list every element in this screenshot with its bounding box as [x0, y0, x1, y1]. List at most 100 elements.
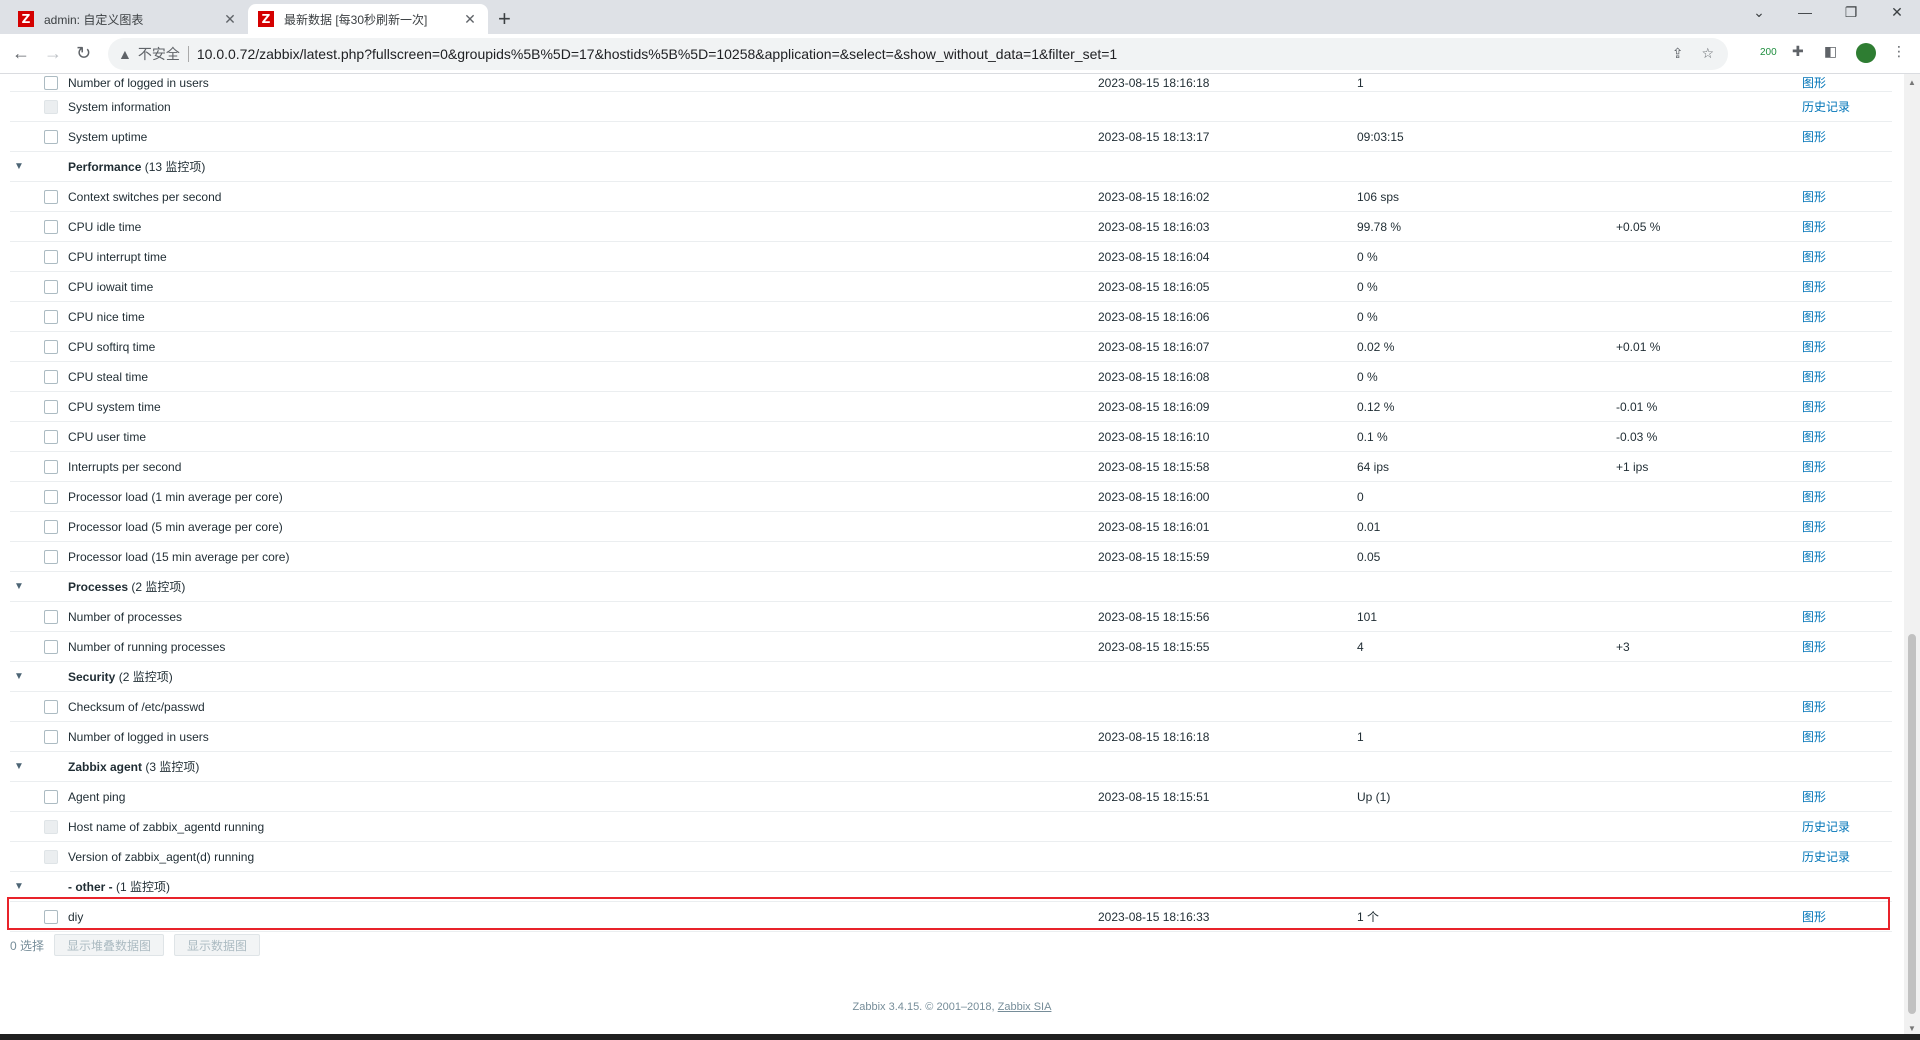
- tab-search-chevron-icon[interactable]: ⌄: [1736, 4, 1782, 21]
- new-tab-plus-icon[interactable]: +: [498, 6, 511, 32]
- row-checkbox[interactable]: [44, 75, 58, 90]
- row-checkbox[interactable]: [44, 639, 58, 654]
- close-icon[interactable]: ✕: [222, 11, 238, 28]
- row-checkbox[interactable]: [44, 789, 58, 804]
- value-change: [1616, 241, 1802, 272]
- menu-dots-icon[interactable]: ⋮: [1892, 43, 1906, 60]
- last-check-time: 2023-08-15 18:15:59: [1098, 541, 1357, 572]
- url-omnibox[interactable]: ▲ 不安全 10.0.0.72/zabbix/latest.php?fullsc…: [108, 38, 1728, 70]
- row-checkbox[interactable]: [44, 309, 58, 324]
- item-name: Processor load (1 min average per core): [68, 481, 1098, 512]
- graph-link[interactable]: 图形: [1802, 520, 1826, 534]
- history-link[interactable]: 历史记录: [1802, 850, 1850, 864]
- row-checkbox[interactable]: [44, 819, 58, 834]
- row-checkbox[interactable]: [44, 279, 58, 294]
- extensions-puzzle-icon[interactable]: ✚: [1792, 43, 1804, 60]
- graph-link[interactable]: 图形: [1802, 310, 1826, 324]
- tab-latest-data[interactable]: Z 最新数据 [每30秒刷新一次] ✕: [248, 4, 488, 34]
- graph-link[interactable]: 图形: [1802, 490, 1826, 504]
- extension-badge[interactable]: 200: [1760, 47, 1777, 58]
- scroll-down-arrow-icon[interactable]: ▼: [1908, 1024, 1916, 1033]
- collapse-triangle-icon[interactable]: ▼: [14, 881, 24, 892]
- profile-avatar-icon[interactable]: [1856, 43, 1876, 63]
- collapse-triangle-icon[interactable]: ▼: [14, 671, 24, 682]
- graph-link[interactable]: 图形: [1802, 400, 1826, 414]
- graph-link[interactable]: 图形: [1802, 130, 1826, 144]
- graph-link[interactable]: 图形: [1802, 640, 1826, 654]
- item-name: System uptime: [68, 121, 1098, 152]
- row-checkbox[interactable]: [44, 849, 58, 864]
- share-icon[interactable]: ⇪: [1672, 45, 1684, 62]
- reload-icon[interactable]: ↻: [76, 43, 91, 64]
- graph-link[interactable]: 图形: [1802, 340, 1826, 354]
- graph-link[interactable]: 图形: [1802, 430, 1826, 444]
- bookmark-star-icon[interactable]: ☆: [1701, 45, 1714, 62]
- graph-link[interactable]: 图形: [1802, 730, 1826, 744]
- row-checkbox[interactable]: [44, 99, 58, 114]
- back-arrow-icon[interactable]: ←: [12, 43, 30, 64]
- row-checkbox[interactable]: [44, 519, 58, 534]
- last-value: 0.05: [1357, 541, 1616, 572]
- graph-link[interactable]: 图形: [1802, 790, 1826, 804]
- minimize-icon[interactable]: —: [1782, 4, 1828, 20]
- history-link[interactable]: 历史记录: [1802, 820, 1850, 834]
- value-change: [1616, 841, 1802, 872]
- show-stacked-graph-button[interactable]: 显示堆叠数据图: [54, 934, 165, 956]
- vertical-scrollbar[interactable]: ▲ ▼: [1904, 74, 1920, 1040]
- last-value: [1357, 691, 1616, 722]
- graph-link[interactable]: 图形: [1802, 190, 1826, 204]
- show-graph-button[interactable]: 显示数据图: [174, 934, 261, 956]
- row-checkbox[interactable]: [44, 249, 58, 264]
- table-row: CPU system time 2023-08-15 18:16:09 0.12 %…: [10, 391, 1892, 422]
- value-change: [1616, 181, 1802, 212]
- row-checkbox[interactable]: [44, 339, 58, 354]
- item-name: Number of processes: [68, 601, 1098, 632]
- side-panel-icon[interactable]: ◧: [1824, 43, 1837, 60]
- url-text[interactable]: 10.0.0.72/zabbix/latest.php?fullscreen=0…: [197, 46, 1117, 62]
- row-checkbox[interactable]: [44, 699, 58, 714]
- close-window-icon[interactable]: ✕: [1874, 4, 1920, 21]
- row-checkbox[interactable]: [44, 399, 58, 414]
- zabbix-favicon-icon: Z: [18, 11, 34, 27]
- row-checkbox[interactable]: [44, 429, 58, 444]
- row-checkbox[interactable]: [44, 729, 58, 744]
- graph-link[interactable]: 图形: [1802, 910, 1826, 924]
- forward-arrow-icon[interactable]: →: [44, 43, 62, 64]
- graph-link[interactable]: 图形: [1802, 460, 1826, 474]
- graph-link[interactable]: 图形: [1802, 610, 1826, 624]
- collapse-triangle-icon[interactable]: ▼: [14, 161, 24, 172]
- scroll-up-arrow-icon[interactable]: ▲: [1908, 78, 1916, 87]
- graph-link[interactable]: 图形: [1802, 76, 1826, 90]
- table-row: Interrupts per second 2023-08-15 18:15:58…: [10, 451, 1892, 482]
- last-value: [1357, 841, 1616, 872]
- scrollbar-thumb[interactable]: [1908, 634, 1916, 1014]
- last-value: 1: [1357, 74, 1616, 92]
- graph-link[interactable]: 图形: [1802, 220, 1826, 234]
- graph-link[interactable]: 图形: [1802, 280, 1826, 294]
- row-checkbox[interactable]: [44, 369, 58, 384]
- tab-custom-graph[interactable]: Z admin: 自定义图表 ✕: [8, 4, 248, 34]
- row-checkbox[interactable]: [44, 189, 58, 204]
- graph-link[interactable]: 图形: [1802, 700, 1826, 714]
- collapse-triangle-icon[interactable]: ▼: [14, 761, 24, 772]
- row-checkbox[interactable]: [44, 459, 58, 474]
- graph-link[interactable]: 图形: [1802, 550, 1826, 564]
- collapse-triangle-icon[interactable]: ▼: [14, 581, 24, 592]
- history-link[interactable]: 历史记录: [1802, 100, 1850, 114]
- zabbix-sia-link[interactable]: Zabbix SIA: [998, 1001, 1052, 1013]
- row-checkbox[interactable]: [44, 549, 58, 564]
- row-checkbox[interactable]: [44, 489, 58, 504]
- row-checkbox[interactable]: [44, 219, 58, 234]
- last-value: 0.02 %: [1357, 331, 1616, 362]
- close-icon[interactable]: ✕: [462, 11, 478, 28]
- insecure-label[interactable]: 不安全: [138, 44, 180, 64]
- graph-link[interactable]: 图形: [1802, 250, 1826, 264]
- row-checkbox[interactable]: [44, 129, 58, 144]
- row-checkbox[interactable]: [44, 609, 58, 624]
- row-checkbox[interactable]: [44, 909, 58, 924]
- tab-title: 最新数据 [每30秒刷新一次]: [284, 12, 428, 27]
- latest-data-page: Number of logged in users 2023-08-15 18:…: [0, 74, 1904, 1040]
- table-row: Number of processes 2023-08-15 18:15:56 10…: [10, 601, 1892, 632]
- graph-link[interactable]: 图形: [1802, 370, 1826, 384]
- restore-icon[interactable]: ❐: [1828, 4, 1874, 21]
